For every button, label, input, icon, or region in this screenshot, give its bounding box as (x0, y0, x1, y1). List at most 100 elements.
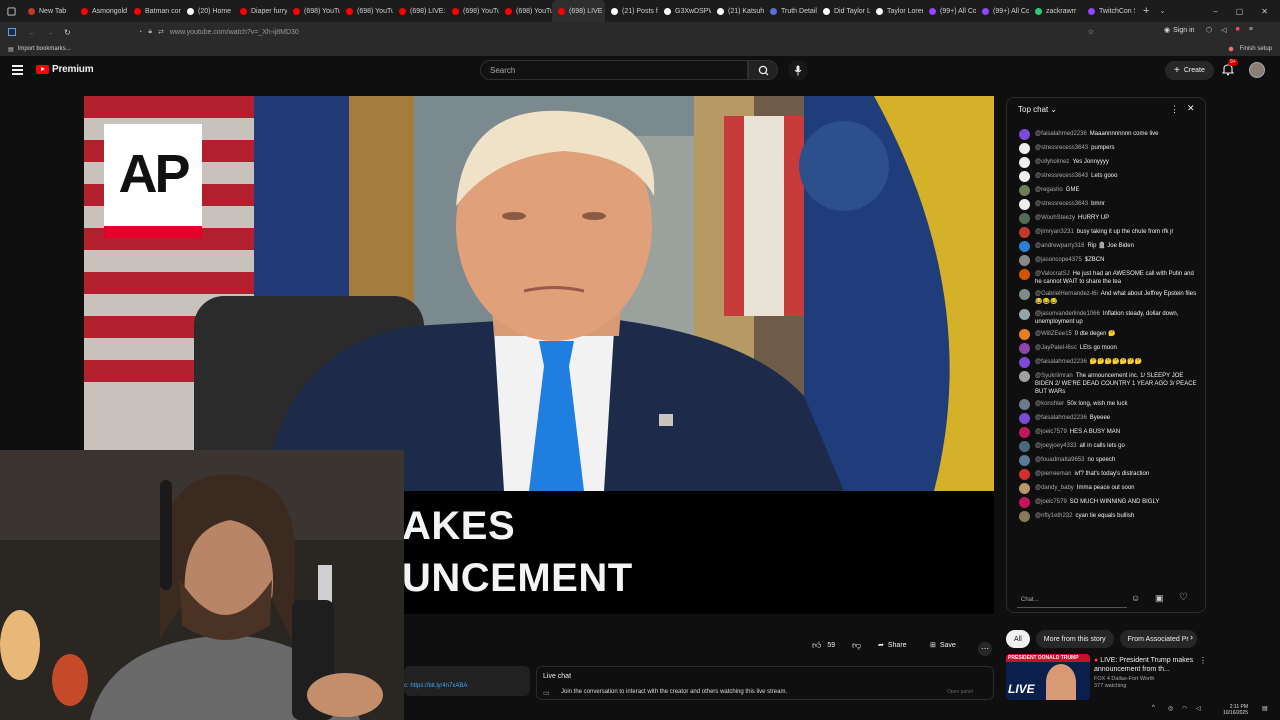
chat-message[interactable]: @WillZEee15 0 dte degen 🤔 (1007, 328, 1207, 342)
chat-author[interactable]: @jasoncope4375 (1035, 257, 1082, 263)
chat-more-icon[interactable]: ⋮ (1170, 104, 1179, 115)
chat-author[interactable]: @nfty1eth232 (1035, 513, 1072, 519)
chat-message[interactable]: @stressrecess3643 Lets gooo (1007, 170, 1207, 184)
chat-avatar[interactable] (1019, 157, 1030, 168)
chat-message[interactable]: @faisalahmed2236 Maaannnnnnnn come live (1007, 128, 1207, 142)
chat-message[interactable]: @fouadmatta9653 no speech (1007, 454, 1207, 468)
browser-tab[interactable]: New Tab (22, 0, 75, 22)
chat-avatar[interactable] (1019, 371, 1030, 382)
chat-author[interactable]: @faisalahmed2236 (1035, 415, 1087, 421)
chat-avatar[interactable] (1019, 455, 1030, 466)
chat-avatar[interactable] (1019, 213, 1030, 224)
browser-tab[interactable]: G3XwDSPW (658, 0, 711, 22)
browser-tab[interactable]: zackrawrr (1029, 0, 1082, 22)
chat-author[interactable]: @jimryan3231 (1035, 229, 1074, 235)
like-button[interactable]: 👍︎ 59 (812, 640, 835, 651)
recommendation-more-icon[interactable]: ⋮ (1199, 656, 1207, 665)
tray-chevron-icon[interactable]: ^ (1152, 705, 1155, 711)
forward-icon[interactable]: → (46, 28, 54, 37)
new-tab-icon[interactable]: + (1143, 5, 1149, 17)
filter-chip[interactable]: From Associated Pr (1119, 630, 1197, 648)
search-input[interactable]: Search (480, 60, 748, 80)
dislike-button[interactable]: 👎︎ (852, 640, 861, 651)
chat-author[interactable]: @stressrecess3643 (1035, 201, 1088, 207)
chat-avatar[interactable] (1019, 227, 1030, 238)
chat-author[interactable]: @ollyholmez (1035, 159, 1069, 165)
chat-avatar[interactable] (1019, 269, 1030, 280)
chat-avatar[interactable] (1019, 427, 1030, 438)
chat-message[interactable]: @pierreeman ivf? that's today's distracti… (1007, 468, 1207, 482)
reload-icon[interactable]: ↻ (64, 28, 71, 37)
guide-menu-icon[interactable] (12, 65, 23, 75)
chips-next-icon[interactable]: › (1190, 632, 1193, 642)
chat-author[interactable]: @andrewparry316 (1035, 243, 1084, 249)
browser-tab[interactable]: Did Taylor Li (817, 0, 870, 22)
chat-avatar[interactable] (1019, 309, 1030, 320)
omnibox[interactable]: ◔ 🔒︎ ⇄ www.youtube.com/watch?v=_Xh-ij8MD… (132, 25, 1102, 39)
chat-message[interactable]: @joelc7579 SO MUCH WINNING AND BIGLY (1007, 496, 1207, 510)
chat-author[interactable]: @joelc7579 (1035, 499, 1067, 505)
browser-tab[interactable]: (99+) All Co (923, 0, 976, 22)
chat-avatar[interactable] (1019, 329, 1030, 340)
chat-message[interactable]: @stressrecess3643 pumpers (1007, 142, 1207, 156)
maximize-icon[interactable]: ▢ (1236, 7, 1244, 16)
chat-message[interactable]: @dandy_baby Imma peace out soon (1007, 482, 1207, 496)
chat-message[interactable]: @joelc7579 HES A BUSY MAN (1007, 426, 1207, 440)
import-bookmarks-link[interactable]: Import bookmarks... (18, 46, 71, 52)
tray-app-icon[interactable]: ◎ (1168, 705, 1173, 712)
create-button[interactable]: + Create (1165, 61, 1214, 80)
avatar[interactable] (1249, 62, 1265, 78)
chat-input[interactable]: Chat... (1017, 592, 1127, 608)
filter-chip[interactable]: All (1006, 630, 1030, 648)
back-icon[interactable]: ← (28, 28, 36, 37)
description-box[interactable]: c: https://bit.ly/4n7xABA (404, 666, 530, 696)
emoji-icon[interactable]: ☺ (1131, 593, 1140, 603)
top-chat-dropdown[interactable]: Top chat ⌄ (1018, 105, 1057, 114)
chat-avatar[interactable] (1019, 185, 1030, 196)
browser-tab[interactable]: (20) Home (181, 0, 234, 22)
chat-avatar[interactable] (1019, 343, 1030, 354)
open-panel-button[interactable]: Open panel (947, 689, 973, 695)
chat-author[interactable]: @dandy_baby (1035, 485, 1074, 491)
chat-message[interactable]: @ollyholmez Yes Jonnyyyy (1007, 156, 1207, 170)
wifi-icon[interactable]: ◠ (1182, 705, 1187, 712)
chat-message[interactable]: @stressrecess3643 bmnr (1007, 198, 1207, 212)
description-link[interactable]: c: https://bit.ly/4n7xABA (404, 683, 467, 689)
chat-author[interactable]: @JayPatel-l6sc (1035, 345, 1077, 351)
chat-author[interactable]: @Syukriimran (1035, 373, 1073, 379)
notifications-button[interactable]: 9+ (1221, 59, 1238, 81)
sidebar-toggle-icon[interactable] (8, 28, 16, 36)
browser-tab[interactable]: (21) Katsuh (711, 0, 764, 22)
mute-icon[interactable]: ◁ (1221, 26, 1226, 34)
extension-red-icon[interactable]: ■ (1236, 26, 1240, 34)
browser-tab[interactable]: (698) LIVE✕ (552, 0, 605, 22)
chat-author[interactable]: @stressrecess3643 (1035, 173, 1088, 179)
volume-icon[interactable]: ◁ (1196, 705, 1201, 712)
bookmark-star-icon[interactable]: ☆ (1088, 28, 1094, 36)
browser-tab[interactable]: (698) YouTu (340, 0, 393, 22)
tab-list-chevron-icon[interactable]: ⌄ (1159, 7, 1165, 15)
chat-avatar[interactable] (1019, 441, 1030, 452)
chat-avatar[interactable] (1019, 399, 1030, 410)
notification-center-icon[interactable]: ▤ (1262, 705, 1268, 712)
browser-tab[interactable]: Asmongold (75, 0, 128, 22)
menu-icon[interactable]: ≡ (1249, 26, 1253, 34)
browser-tab[interactable]: (698) YouTu (287, 0, 340, 22)
chat-message[interactable]: @Syukriimran The announcement inc. 1/ SLE… (1007, 370, 1207, 398)
chat-avatar[interactable] (1019, 511, 1030, 522)
chat-author[interactable]: @pierreeman (1035, 471, 1071, 477)
more-actions-icon[interactable]: ⋯ (978, 642, 992, 656)
tab-overview-icon[interactable] (0, 0, 22, 22)
share-button[interactable]: ➦ Share (878, 641, 907, 650)
browser-tab[interactable]: Truth Detail (764, 0, 817, 22)
browser-tab[interactable]: Batman cor (128, 0, 181, 22)
recommendation-info[interactable]: ● LIVE: President Trump makes announceme… (1094, 656, 1194, 689)
chat-avatar[interactable] (1019, 129, 1030, 140)
chat-avatar[interactable] (1019, 199, 1030, 210)
chat-author[interactable]: @jasonvanderlinde1066 (1035, 311, 1100, 317)
chat-message[interactable]: @WoohSteezy HURRY UP (1007, 212, 1207, 226)
chat-message[interactable]: @andrewparry316 Rip 🪦 Joe Biden (1007, 240, 1207, 254)
youtube-logo[interactable]: Premium (36, 64, 94, 75)
chat-avatar[interactable] (1019, 289, 1030, 300)
minimize-icon[interactable]: – (1213, 7, 1217, 16)
